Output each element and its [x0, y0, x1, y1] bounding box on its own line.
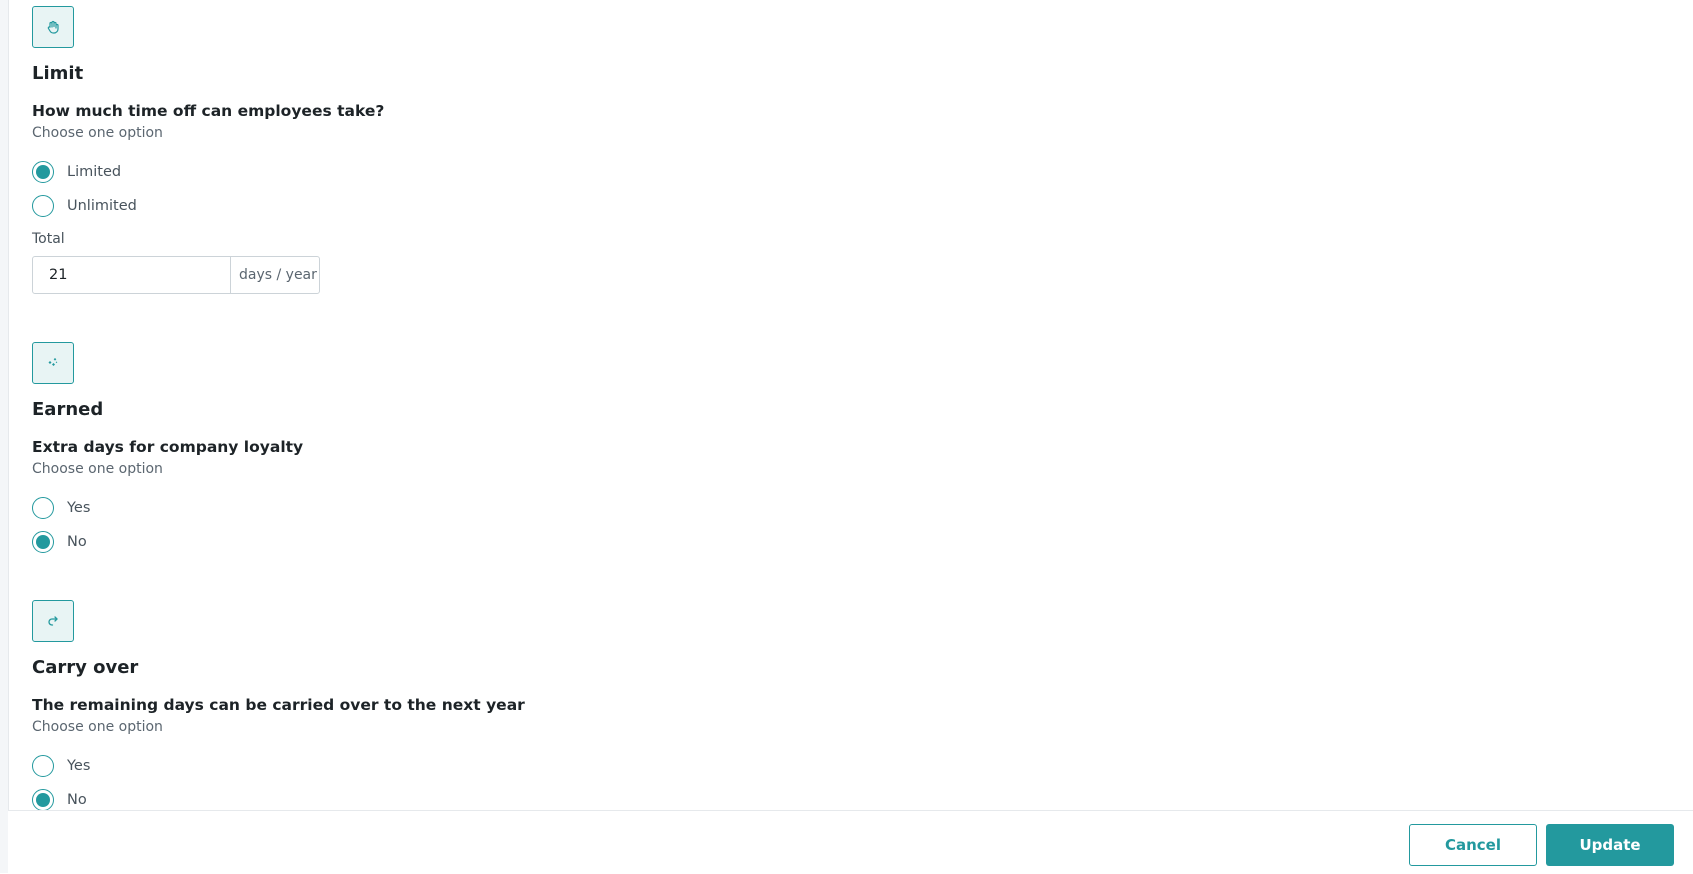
section-question: Extra days for company loyalty: [32, 438, 304, 456]
radio-option-unlimited[interactable]: Unlimited: [32, 189, 384, 223]
total-unit-addon: days / year: [230, 257, 325, 293]
form-footer: Cancel Update: [8, 810, 1693, 874]
section-carry-over: Carry over The remaining days can be car…: [32, 600, 525, 817]
section-earned: Earned Extra days for company loyalty Ch…: [32, 342, 303, 559]
section-title: Earned: [32, 399, 104, 420]
section-hint: Choose one option: [32, 461, 163, 477]
carry-over-radio-group: Yes No: [32, 749, 525, 817]
radio-button[interactable]: [32, 789, 54, 811]
limit-radio-group: Limited Unlimited: [32, 155, 384, 223]
radio-label: No: [67, 792, 87, 808]
radio-button[interactable]: [32, 161, 54, 183]
radio-option-yes[interactable]: Yes: [32, 749, 525, 783]
radio-option-limited[interactable]: Limited: [32, 155, 384, 189]
section-question: How much time off can employees take?: [32, 102, 385, 120]
hand-icon: [32, 6, 74, 48]
radio-label: Unlimited: [67, 198, 137, 214]
section-limit: Limit How much time off can employees ta…: [32, 6, 384, 294]
section-title: Limit: [32, 63, 84, 84]
section-question: The remaining days can be carried over t…: [32, 696, 525, 714]
total-days-input[interactable]: [33, 257, 230, 293]
radio-button[interactable]: [32, 531, 54, 553]
earned-radio-group: Yes No: [32, 491, 303, 559]
radio-button[interactable]: [32, 497, 54, 519]
section-hint: Choose one option: [32, 719, 163, 735]
total-input-group: days / year: [32, 256, 320, 294]
redo-arrow-icon: [32, 600, 74, 642]
radio-option-no[interactable]: No: [32, 525, 303, 559]
radio-button[interactable]: [32, 195, 54, 217]
radio-label: No: [67, 534, 87, 550]
radio-label: Yes: [67, 500, 91, 516]
left-rail: [0, 0, 9, 873]
radio-label: Yes: [67, 758, 91, 774]
section-title: Carry over: [32, 657, 139, 678]
cancel-button[interactable]: Cancel: [1409, 824, 1537, 866]
radio-label: Limited: [67, 164, 122, 180]
total-label: Total: [32, 231, 65, 247]
radio-button[interactable]: [32, 755, 54, 777]
radio-option-yes[interactable]: Yes: [32, 491, 303, 525]
sparkles-icon: [32, 342, 74, 384]
section-hint: Choose one option: [32, 125, 163, 141]
update-button[interactable]: Update: [1546, 824, 1674, 866]
